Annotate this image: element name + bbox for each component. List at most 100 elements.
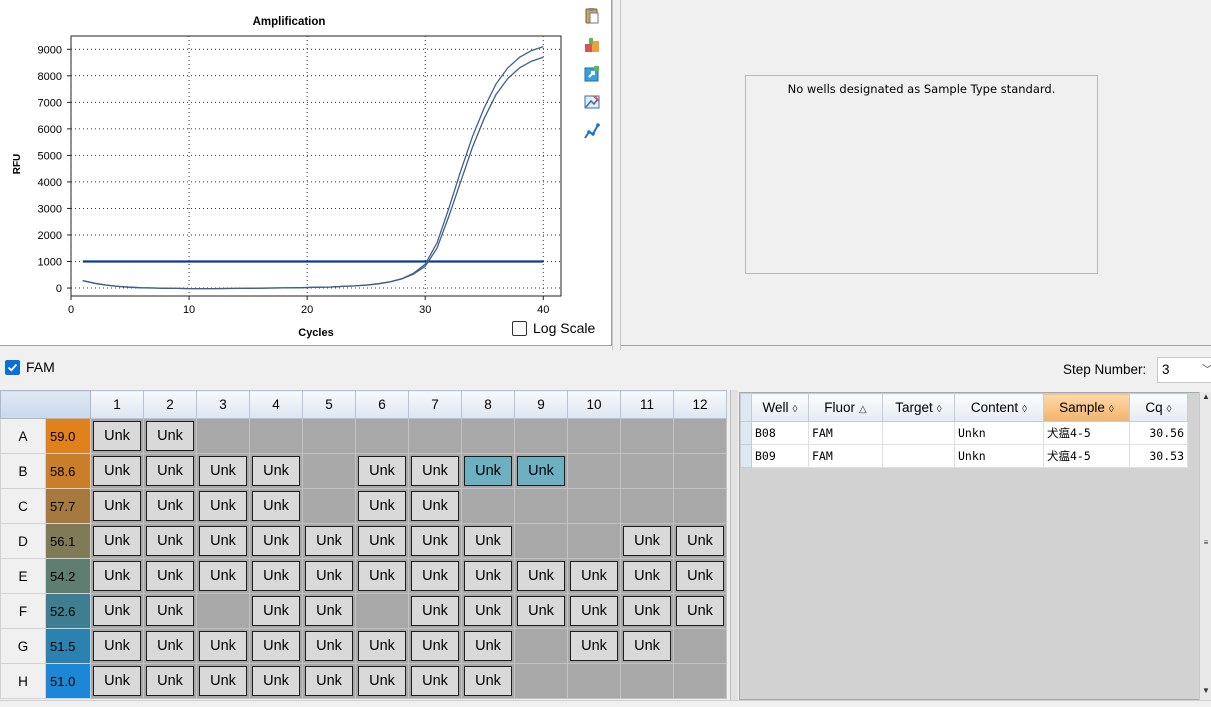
plate-well[interactable]	[196, 593, 250, 629]
plate-well[interactable]: Unk	[143, 418, 197, 454]
plate-row-header[interactable]: F	[0, 593, 46, 629]
plate-well[interactable]: Unk	[408, 628, 462, 664]
plate-well[interactable]: Unk	[514, 593, 568, 629]
plate-well[interactable]: Unk	[90, 628, 144, 664]
plate-column-header[interactable]: 6	[355, 390, 409, 419]
plate-well[interactable]: Unk	[249, 663, 303, 699]
results-column-header[interactable]: Target ◊	[882, 393, 955, 422]
plate-well[interactable]: Unk	[673, 593, 727, 629]
plate-row-header[interactable]: B	[0, 453, 46, 489]
plate-well[interactable]: Unk	[196, 558, 250, 594]
plate-well[interactable]: Unk	[302, 663, 356, 699]
plate-column-header[interactable]: 4	[249, 390, 303, 419]
plate-well[interactable]: Unk	[620, 628, 674, 664]
plate-corner-header[interactable]	[0, 390, 91, 419]
plate-well[interactable]: Unk	[90, 558, 144, 594]
plate-well[interactable]	[620, 663, 674, 699]
plate-well[interactable]: Unk	[143, 628, 197, 664]
sort-icon[interactable]: ◊	[1022, 404, 1027, 415]
sort-icon[interactable]: ◊	[1109, 404, 1114, 415]
plate-well[interactable]: Unk	[355, 663, 409, 699]
vertical-splitter[interactable]	[612, 0, 621, 350]
plate-well[interactable]	[249, 418, 303, 454]
table-row[interactable]: B09 FAM Unkn 犬瘟4-5 30.53	[740, 444, 1188, 468]
plate-well[interactable]: Unk	[249, 523, 303, 559]
sort-icon[interactable]: ◊	[937, 404, 942, 415]
clipboard-icon[interactable]	[582, 6, 602, 26]
plate-well[interactable]: Unk	[408, 453, 462, 489]
chevron-down-icon[interactable]: ﹀	[1202, 361, 1211, 377]
plate-well[interactable]: Unk	[408, 488, 462, 524]
plate-well[interactable]	[673, 488, 727, 524]
plate-column-header[interactable]: 8	[461, 390, 515, 419]
plate-well[interactable]: Unk	[143, 558, 197, 594]
plate-well[interactable]: Unk	[196, 523, 250, 559]
plate-well[interactable]: Unk	[673, 558, 727, 594]
scroll-down-icon[interactable]: ▼	[1200, 686, 1211, 700]
plate-well[interactable]	[567, 453, 621, 489]
row-selector-header[interactable]	[740, 393, 752, 422]
plate-well[interactable]: Unk	[90, 663, 144, 699]
plate-well[interactable]: Unk	[302, 558, 356, 594]
plate-well[interactable]	[461, 418, 515, 454]
plate-well[interactable]	[408, 418, 462, 454]
plate-well[interactable]: Unk	[461, 558, 515, 594]
plate-column-header[interactable]: 1	[90, 390, 144, 419]
plate-well[interactable]	[673, 628, 727, 664]
export-icon[interactable]	[582, 35, 602, 55]
plate-well[interactable]	[302, 453, 356, 489]
plate-well[interactable]	[514, 663, 568, 699]
plate-column-header[interactable]: 9	[514, 390, 568, 419]
plate-well[interactable]: Unk	[143, 488, 197, 524]
plate-well[interactable]: Unk	[461, 453, 515, 489]
plate-well[interactable]	[620, 453, 674, 489]
plate-well[interactable]: Unk	[461, 593, 515, 629]
plate-well[interactable]: Unk	[567, 628, 621, 664]
plate-well[interactable]	[673, 418, 727, 454]
plate-row-header[interactable]: G	[0, 628, 46, 664]
plate-well[interactable]	[302, 488, 356, 524]
plate-well[interactable]: Unk	[461, 523, 515, 559]
plate-column-header[interactable]: 12	[673, 390, 727, 419]
plate-well[interactable]	[620, 488, 674, 524]
plate-well[interactable]	[461, 488, 515, 524]
plate-well[interactable]: Unk	[90, 593, 144, 629]
plate-well[interactable]: Unk	[143, 593, 197, 629]
plate-well[interactable]	[355, 418, 409, 454]
image-icon[interactable]	[582, 92, 602, 112]
plate-well[interactable]	[514, 488, 568, 524]
plate-well[interactable]: Unk	[90, 453, 144, 489]
plate-well[interactable]	[567, 523, 621, 559]
plate-well[interactable]: Unk	[355, 453, 409, 489]
plate-well[interactable]: Unk	[673, 523, 727, 559]
plate-well[interactable]: Unk	[196, 663, 250, 699]
plate-well[interactable]	[196, 418, 250, 454]
sort-icon[interactable]: ◊	[1167, 404, 1172, 415]
plate-well[interactable]	[567, 663, 621, 699]
plate-well[interactable]: Unk	[249, 488, 303, 524]
plate-well[interactable]: Unk	[461, 663, 515, 699]
plate-well[interactable]: Unk	[408, 663, 462, 699]
plate-well[interactable]: Unk	[355, 523, 409, 559]
plate-well[interactable]: Unk	[302, 523, 356, 559]
results-column-header[interactable]: Sample ◊	[1043, 393, 1130, 422]
plate-well[interactable]: Unk	[143, 663, 197, 699]
plate-column-header[interactable]: 3	[196, 390, 250, 419]
plate-well[interactable]: Unk	[143, 453, 197, 489]
plate-well[interactable]: Unk	[408, 558, 462, 594]
plate-column-header[interactable]: 2	[143, 390, 197, 419]
plate-well[interactable]: Unk	[567, 558, 621, 594]
plate-well[interactable]: Unk	[249, 628, 303, 664]
sort-icon[interactable]: △	[859, 404, 867, 415]
plate-well[interactable]	[514, 523, 568, 559]
results-column-header[interactable]: Fluor △	[808, 393, 883, 422]
plate-well[interactable]: Unk	[514, 453, 568, 489]
results-column-header[interactable]: Content ◊	[954, 393, 1044, 422]
plate-well[interactable]: Unk	[408, 523, 462, 559]
plate-well[interactable]: Unk	[567, 593, 621, 629]
plate-row-header[interactable]: D	[0, 523, 46, 559]
plate-well[interactable]: Unk	[302, 593, 356, 629]
plate-well[interactable]: Unk	[196, 453, 250, 489]
plate-well[interactable]	[355, 593, 409, 629]
plate-well[interactable]: Unk	[90, 488, 144, 524]
